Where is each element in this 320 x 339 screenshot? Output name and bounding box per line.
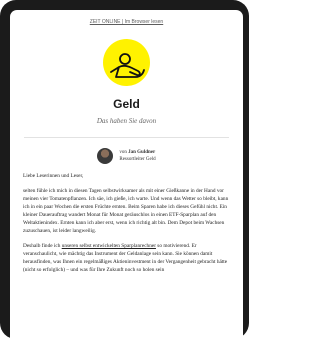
paragraph-1: selten fühle ich mich in diesen Tagen se… — [23, 188, 229, 234]
author-block: von Jan Guldner Ressortleiter Geld — [10, 148, 243, 164]
author-role: Ressortleiter Geld — [119, 157, 156, 162]
hand-coin-icon — [103, 39, 150, 86]
paragraph-2-start: Deshalb finde ich — [23, 243, 62, 249]
logo-area — [10, 39, 243, 89]
tablet-frame: ZEIT ONLINE | Im Browser lesen Geld Das … — [0, 0, 249, 339]
sparplanrechner-link[interactable]: unseren selbst entwickelten Sparplanrech… — [62, 243, 156, 249]
author-info: von Jan Guldner Ressortleiter Geld — [119, 149, 155, 163]
author-name: Jan Guldner — [128, 150, 156, 155]
email-screen: ZEIT ONLINE | Im Browser lesen Geld Das … — [10, 10, 243, 339]
avatar — [97, 148, 114, 164]
paragraph-2: Deshalb finde ich unseren selbst entwick… — [23, 242, 230, 274]
newsletter-title: Geld — [113, 97, 140, 111]
browser-link[interactable]: ZEIT ONLINE | Im Browser lesen — [90, 19, 163, 25]
greeting: Liebe Leserinnen und Leser, — [23, 173, 84, 179]
header-bar: ZEIT ONLINE | Im Browser lesen — [10, 10, 243, 29]
author-prefix: von — [119, 150, 127, 155]
newsletter-subtitle: Das haben Sie davon — [96, 117, 157, 125]
email-body: Liebe Leserinnen und Leser, selten fühle… — [10, 172, 243, 274]
divider — [24, 137, 229, 138]
